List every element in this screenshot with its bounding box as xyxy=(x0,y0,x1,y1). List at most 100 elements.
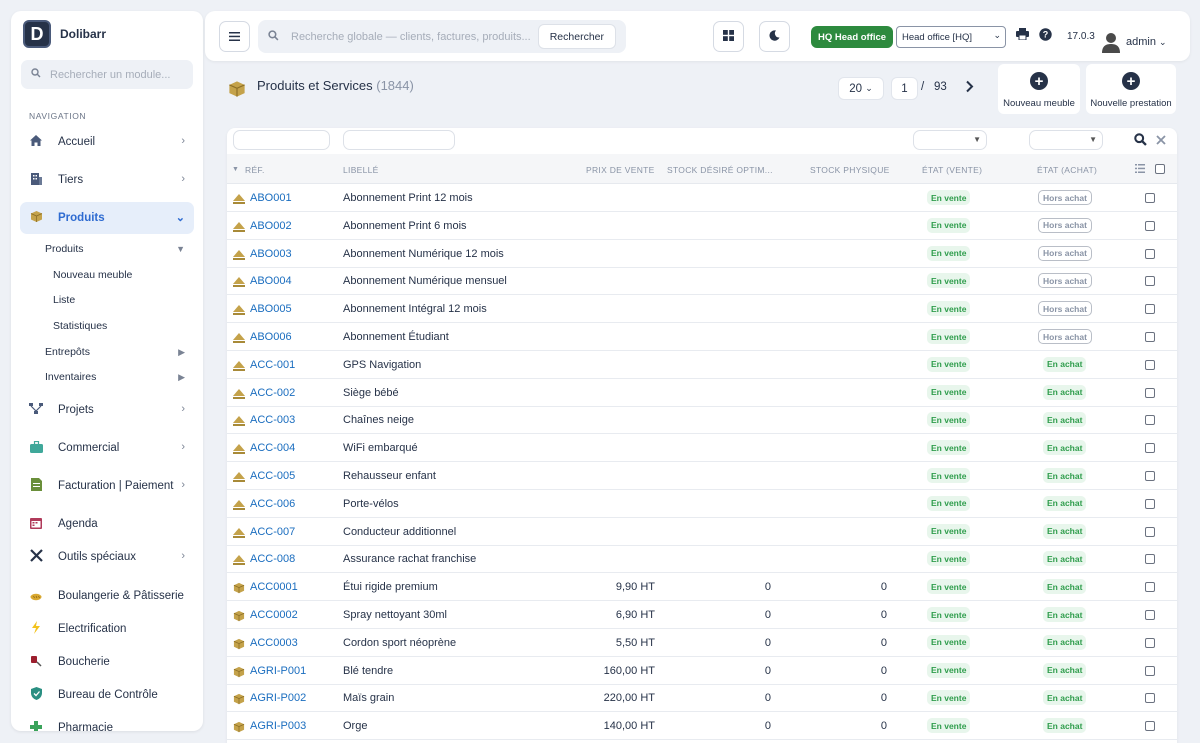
sidebar-item-accueil[interactable]: Accueil › xyxy=(20,126,194,158)
sidebar-item-outils-speciaux[interactable]: Outils spéciaux › xyxy=(20,541,194,573)
sidebar-item-agenda[interactable]: Agenda xyxy=(20,508,194,540)
sidebar-item-electrification[interactable]: Electrification xyxy=(20,613,194,645)
product-ref-link[interactable]: ABO003 xyxy=(250,248,292,260)
per-page-select[interactable]: 20 ⌄ xyxy=(838,77,884,100)
product-ref-link[interactable]: AGRI-P001 xyxy=(250,665,306,677)
brand[interactable]: D Dolibarr xyxy=(11,11,203,57)
sidebar-item-boucherie[interactable]: Boucherie xyxy=(20,646,194,678)
submenu-statistiques[interactable]: Statistiques xyxy=(53,320,107,332)
sidebar-item-produits[interactable]: Produits ⌄ xyxy=(20,202,194,234)
row-checkbox[interactable] xyxy=(1145,248,1155,259)
user-menu[interactable]: admin ⌄ xyxy=(1126,36,1167,48)
row-checkbox[interactable] xyxy=(1145,193,1155,203)
table-row[interactable]: AGRI-P001 Blé tendre 160,00 HT 0 0 En vente En… xyxy=(227,657,1177,685)
col-stock-physical[interactable]: STOCK PHYSIQUE xyxy=(810,165,890,175)
search-filter-button[interactable] xyxy=(1134,133,1147,149)
sidebar-item-commercial[interactable]: Commercial › xyxy=(20,432,194,464)
product-ref-link[interactable]: ACC-008 xyxy=(250,553,295,565)
filter-status-buy-select[interactable]: ▼ xyxy=(1029,130,1103,150)
product-ref-link[interactable]: ACC-005 xyxy=(250,470,295,482)
product-ref-link[interactable]: ABO006 xyxy=(250,331,292,343)
menu-toggle-button[interactable] xyxy=(219,21,250,52)
global-search-input[interactable]: Recherche globale — clients, factures, p… xyxy=(258,20,626,53)
table-row[interactable]: ACC-002 Siège bébé En vente En achat xyxy=(227,379,1177,407)
filter-ref-input[interactable] xyxy=(233,130,330,150)
product-ref-link[interactable]: ACC-003 xyxy=(250,414,295,426)
col-stock-desired[interactable]: STOCK DÉSIRÉ OPTIM... xyxy=(667,165,773,175)
row-checkbox[interactable] xyxy=(1145,693,1155,704)
entity-select[interactable]: Head office [HQ] ⌄ xyxy=(896,26,1006,48)
clear-filter-button[interactable] xyxy=(1156,134,1166,148)
table-row[interactable]: ACC0002 Spray nettoyant 30ml 6,90 HT 0 0 En v… xyxy=(227,601,1177,629)
dark-mode-toggle[interactable] xyxy=(759,21,790,52)
module-search-input[interactable]: Rechercher un module... xyxy=(21,60,193,89)
sidebar-item-projets[interactable]: Projets › xyxy=(20,394,194,426)
row-checkbox[interactable] xyxy=(1145,610,1155,620)
row-checkbox[interactable] xyxy=(1145,304,1155,315)
product-ref-link[interactable]: ACC-006 xyxy=(250,498,295,510)
product-ref-link[interactable]: ACC-001 xyxy=(250,359,295,371)
row-checkbox[interactable] xyxy=(1145,471,1155,481)
filter-label-input[interactable] xyxy=(343,130,455,150)
table-row[interactable]: ABO001 Abonnement Print 12 mois En vente Ho… xyxy=(227,184,1177,212)
sidebar-item-facturation[interactable]: Facturation | Paiement › xyxy=(20,470,194,502)
table-row[interactable]: ACC0003 Cordon sport néoprène 5,50 HT 0 0 En … xyxy=(227,629,1177,657)
help-icon[interactable]: ? xyxy=(1039,28,1052,44)
table-row[interactable]: ACC-008 Assurance rachat franchise En vent… xyxy=(227,545,1177,574)
col-status-buy[interactable]: ÉTAT (ACHAT) xyxy=(1037,165,1097,175)
row-checkbox[interactable] xyxy=(1145,332,1155,342)
submenu-liste[interactable]: Liste xyxy=(53,294,75,306)
table-row[interactable]: ACC-004 WiFi embarqué En vente En achat xyxy=(227,434,1177,463)
row-checkbox[interactable] xyxy=(1145,721,1155,732)
table-row[interactable]: ABO006 Abonnement Étudiant En vente Hors ac… xyxy=(227,323,1177,351)
search-button[interactable]: Rechercher xyxy=(537,24,616,49)
sidebar-item-boulangerie[interactable]: Boulangerie & Pâtisserie xyxy=(20,580,194,612)
select-all-checkbox[interactable] xyxy=(1155,164,1165,174)
product-ref-link[interactable]: ACC-004 xyxy=(250,442,295,454)
new-furniture-button[interactable]: + Nouveau meuble xyxy=(998,64,1080,114)
table-row[interactable]: AGRI-P003 Orge 140,00 HT 0 0 En vente En achat xyxy=(227,712,1177,741)
row-checkbox[interactable] xyxy=(1145,498,1155,509)
product-ref-link[interactable]: ACC0003 xyxy=(250,637,298,649)
submenu-nouveau-meuble[interactable]: Nouveau meuble xyxy=(53,269,132,281)
page-number-input[interactable]: 1 xyxy=(891,77,918,100)
row-checkbox[interactable] xyxy=(1145,359,1155,370)
apps-grid-button[interactable] xyxy=(713,21,744,52)
product-ref-link[interactable]: ACC0001 xyxy=(250,581,298,593)
filter-status-sell-select[interactable]: ▼ xyxy=(913,130,987,150)
new-service-button[interactable]: + Nouvelle prestation xyxy=(1086,64,1176,114)
row-checkbox[interactable] xyxy=(1145,582,1155,593)
table-row[interactable]: ACC-006 Porte-vélos En vente En achat xyxy=(227,490,1177,518)
row-checkbox[interactable] xyxy=(1145,220,1155,231)
col-status-sell[interactable]: ÉTAT (VENTE) xyxy=(922,165,982,175)
row-checkbox[interactable] xyxy=(1145,554,1155,565)
row-checkbox[interactable] xyxy=(1145,415,1155,426)
row-checkbox[interactable] xyxy=(1145,637,1155,648)
row-checkbox[interactable] xyxy=(1145,526,1155,537)
table-row[interactable]: ACC-001 GPS Navigation En vente En achat xyxy=(227,351,1177,379)
product-ref-link[interactable]: AGRI-P002 xyxy=(250,692,306,704)
row-checkbox[interactable] xyxy=(1145,276,1155,287)
col-label[interactable]: LIBELLÉ xyxy=(343,165,379,175)
product-ref-link[interactable]: ABO005 xyxy=(250,303,292,315)
sidebar-item-tiers[interactable]: Tiers › xyxy=(20,164,194,196)
sort-desc-icon[interactable]: ▼ xyxy=(232,166,239,173)
col-price[interactable]: PRIX DE VENTE xyxy=(586,165,655,175)
table-row[interactable]: ACC-003 Chaînes neige En vente En achat xyxy=(227,406,1177,435)
product-ref-link[interactable]: ACC0002 xyxy=(250,609,298,621)
product-ref-link[interactable]: ACC-002 xyxy=(250,387,295,399)
row-checkbox[interactable] xyxy=(1145,387,1155,398)
table-row[interactable]: ABO004 Abonnement Numérique mensuel En ven… xyxy=(227,267,1177,296)
row-checkbox[interactable] xyxy=(1145,443,1155,454)
submenu-entrepots[interactable]: Entrepôts ▶ xyxy=(45,346,185,358)
submenu-produits[interactable]: Produits ▼ xyxy=(45,243,185,255)
table-row[interactable]: ABO005 Abonnement Intégral 12 mois En vent… xyxy=(227,295,1177,324)
sidebar-item-pharmacie[interactable]: Pharmacie xyxy=(20,712,194,731)
product-ref-link[interactable]: ABO002 xyxy=(250,220,292,232)
table-row[interactable]: ACC-005 Rehausseur enfant En vente En achat xyxy=(227,462,1177,490)
product-ref-link[interactable]: ABO001 xyxy=(250,192,292,204)
table-row[interactable]: ABO003 Abonnement Numérique 12 mois En ven… xyxy=(227,240,1177,268)
submenu-inventaires[interactable]: Inventaires ▶ xyxy=(45,371,185,383)
print-icon[interactable] xyxy=(1016,28,1029,43)
row-checkbox[interactable] xyxy=(1145,665,1155,676)
